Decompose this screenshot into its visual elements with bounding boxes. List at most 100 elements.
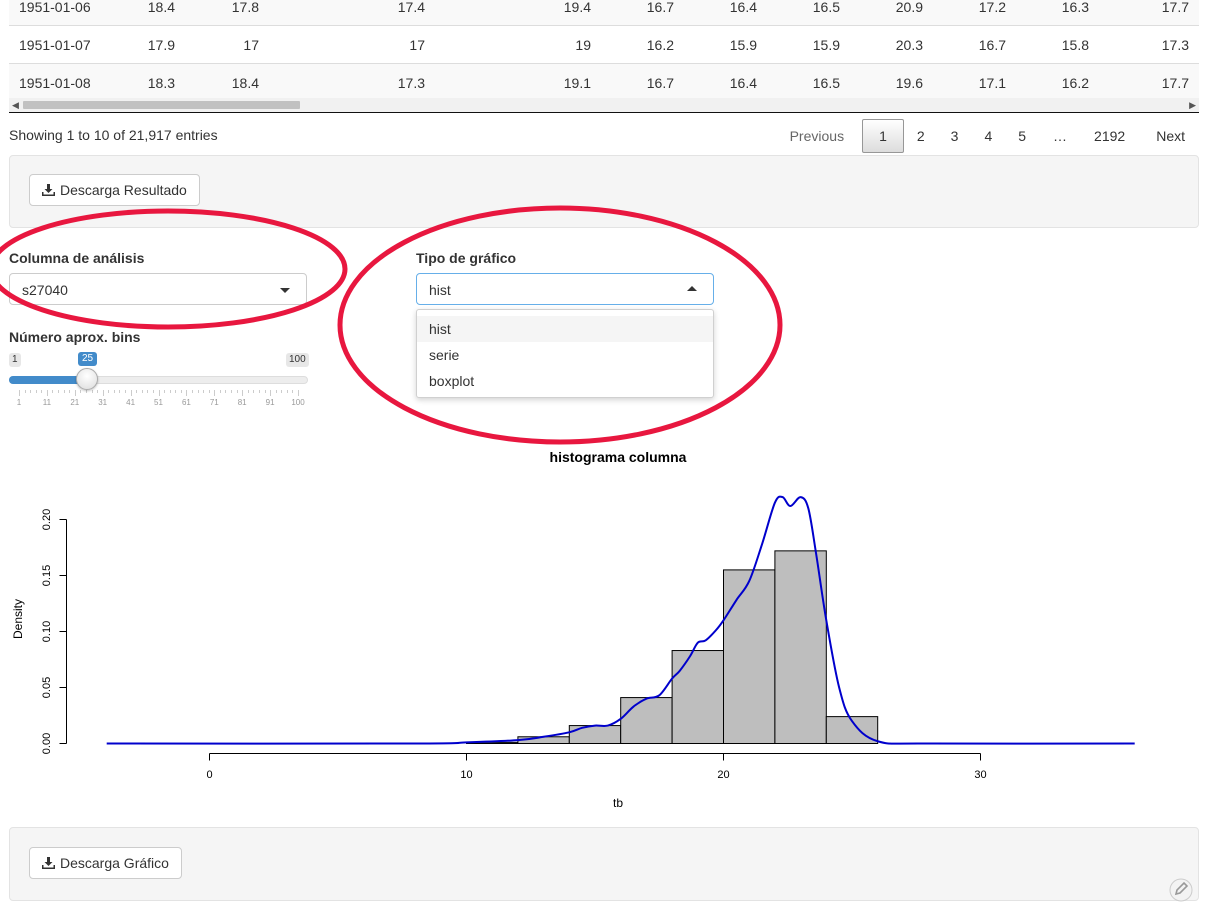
slider-tick [19,390,20,396]
table-cell: 17.2 [933,0,1016,26]
slider-minor-tick [219,390,221,393]
slider-tick-label: 21 [70,398,80,407]
slider-tick [214,390,216,396]
slider-tick [186,390,188,396]
slider-minor-tick [119,390,121,393]
table-cell: 16.7 [601,63,684,101]
y-tick-label: 0.10 [41,621,53,642]
histogram-bar [568,725,622,744]
pagination: Previous 1 2 3 4 5 … 2192 Next [778,119,1199,153]
pagination-page-3[interactable]: 3 [938,119,972,153]
table-cell: 17.3 [1099,25,1199,64]
slider-minor-tick [175,390,177,393]
table-cell: 19 [435,25,601,64]
table-cell: 18.4 [185,63,269,101]
slider-minor-tick [231,390,233,393]
histogram-bar [774,550,827,744]
slider-tick [102,390,104,396]
slider-minor-tick [41,390,43,393]
slider-tick-label: 71 [209,398,219,407]
slider-minor-tick [292,390,294,393]
scrollbar-thumb[interactable] [23,101,300,109]
y-axis-label: Density [11,599,25,639]
slider-minor-tick [147,390,149,393]
table-cell: 17.4 [269,0,435,26]
table-cell: 18.3 [105,63,185,101]
chevron-down-icon [280,288,290,293]
data-table: 1951-01-06 18.4 17.8 17.4 19.4 16.7 16.4 16.5 20… [9,0,1199,101]
table-cell: 17 [269,25,435,64]
pagination-previous[interactable]: Previous [778,119,862,153]
slider-minor-tick [236,390,238,393]
scroll-left-icon[interactable]: ◀ [12,99,19,111]
slider-tick-label: 81 [237,398,247,407]
table-cell: 16.3 [1016,0,1099,26]
slider-minor-tick [85,390,87,393]
slider-tick-label: 61 [181,398,191,407]
slider-handle[interactable] [76,368,98,390]
table-cell: 16.2 [1016,63,1099,101]
slider-minor-tick [24,390,26,393]
slider-tick-label: 51 [154,398,163,407]
pagination-page-last[interactable]: 2192 [1081,119,1138,153]
slider-tick [158,390,160,396]
chart-type-option-hist[interactable]: hist [417,316,713,342]
download-chart-panel [9,827,1199,901]
slider-tick-label: 100 [291,398,305,407]
slider-minor-tick [69,390,71,393]
slider-minor-tick [141,390,143,393]
pencil-icon[interactable] [1168,877,1194,903]
slider-tick-label: 11 [42,398,52,407]
x-tick-label: 30 [974,769,986,781]
table-row: 1951-01-07 17.9 17 17 19 16.2 15.9 15.9 20.3 16.7… [9,25,1199,64]
slider-tick-label: 1 [16,398,22,407]
histogram-bar [723,569,776,744]
slider-minor-tick [108,390,110,393]
slider-tick [130,390,132,396]
slider-minor-tick [52,390,54,393]
slider-tick [270,390,272,396]
slider-minor-tick [152,390,154,393]
y-tick-label: 0.20 [41,509,53,530]
slider-minor-tick [253,390,255,393]
x-tick-label: 0 [206,769,212,781]
slider-minor-tick [258,390,260,393]
horizontal-scrollbar[interactable]: ◀ ▶ [9,98,1199,113]
table-cell: 16.2 [601,25,684,64]
pagination-page-5[interactable]: 5 [1005,119,1039,153]
slider-min-label: 1 [9,353,21,367]
pagination-page-2[interactable]: 2 [904,119,938,153]
pagination-page-1[interactable]: 1 [862,119,904,153]
slider-max-label: 100 [286,353,309,367]
chart-type-option-serie[interactable]: serie [417,342,713,368]
y-tick-label: 0.00 [41,733,53,754]
table-cell: 16.5 [767,63,850,101]
table-cell: 19.1 [435,63,601,101]
slider-minor-tick [169,390,171,393]
table-row: 1951-01-08 18.3 18.4 17.3 19.1 16.7 16.4 16.5 19… [9,63,1199,101]
table-cell: 16.7 [601,0,684,26]
slider-minor-tick [97,390,99,393]
table-cell: 1951-01-06 [9,0,105,26]
y-tick-label: 0.15 [41,565,53,586]
slider-minor-tick [91,390,93,393]
column-select[interactable]: s27040 [9,273,307,305]
slider-minor-tick [264,390,266,393]
table-cell: 20.3 [850,25,933,64]
chart-type-dropdown: hist serie boxplot [416,309,714,398]
pagination-ellipsis: … [1053,128,1068,144]
table-cell: 19.6 [850,63,933,101]
download-chart-button[interactable]: Descarga Gráfico [29,847,182,879]
table-cell: 20.9 [850,0,933,26]
pagination-page-4[interactable]: 4 [971,119,1005,153]
download-result-button[interactable]: Descarga Resultado [29,174,200,206]
slider-minor-tick [203,390,205,393]
bins-slider-label: Número aprox. bins [9,329,141,345]
slider-minor-tick [197,390,199,393]
scroll-right-icon[interactable]: ▶ [1189,99,1196,111]
chart-type-option-boxplot[interactable]: boxplot [417,368,713,394]
download-icon [42,857,55,869]
pagination-next[interactable]: Next [1138,119,1199,153]
chart-type-select[interactable]: hist [416,273,714,305]
table-cell: 17 [185,25,269,64]
